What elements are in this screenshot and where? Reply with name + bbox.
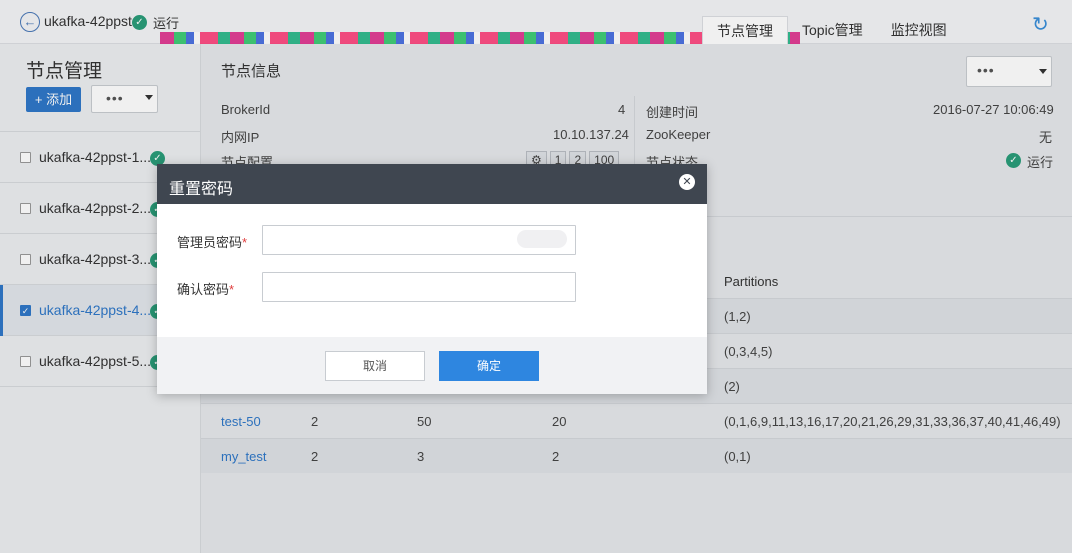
close-icon[interactable]: ✕ xyxy=(679,174,695,190)
dialog-title: 重置密码 xyxy=(169,181,234,198)
confirm-button[interactable]: 确定 xyxy=(439,351,539,381)
dialog-footer: 取消 确定 xyxy=(157,337,707,394)
reset-password-dialog: 重置密码 ✕ 管理员密码* 确认密码* 取消 确定 xyxy=(157,164,707,394)
dialog-header: 重置密码 ✕ xyxy=(157,164,707,204)
confirm-password-field[interactable] xyxy=(262,272,576,302)
password-toggle[interactable] xyxy=(517,230,567,248)
cancel-button[interactable]: 取消 xyxy=(325,351,425,381)
confirm-password-label: 确认密码* xyxy=(177,282,235,297)
admin-password-label: 管理员密码* xyxy=(177,235,248,250)
